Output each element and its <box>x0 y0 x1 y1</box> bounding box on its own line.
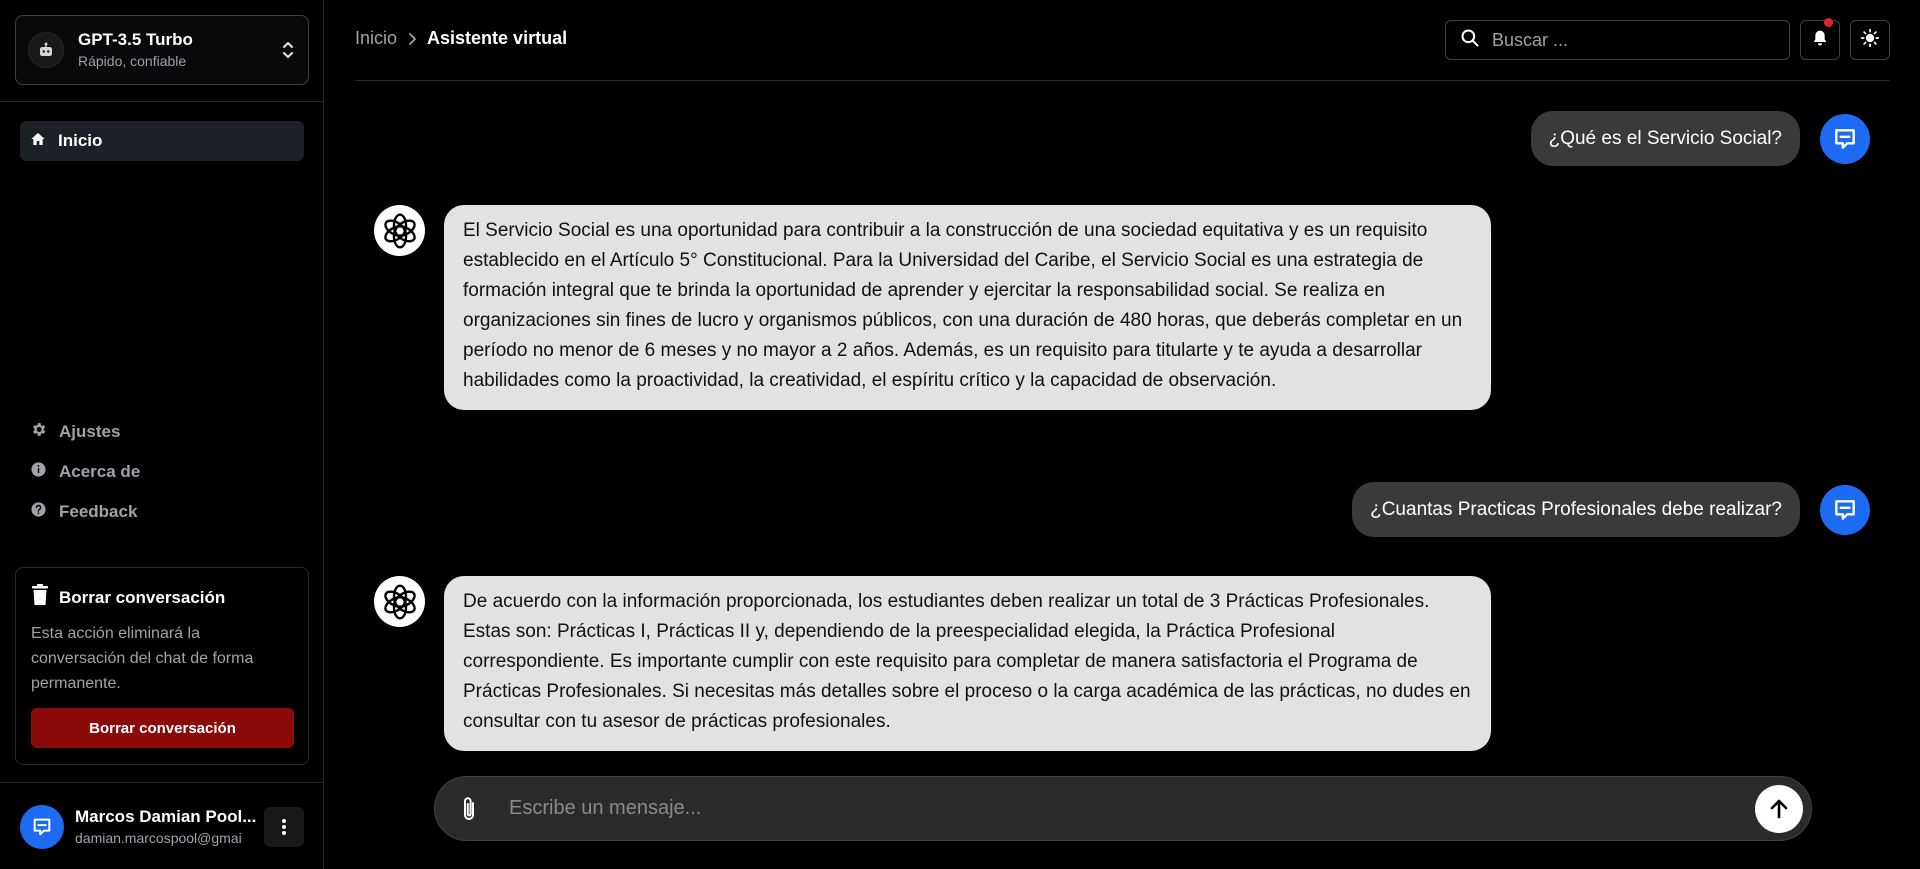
help-icon <box>30 501 47 523</box>
user-message-bubble: ¿Qué es el Servicio Social? <box>1530 111 1800 166</box>
user-name: Marcos Damian Pool... <box>75 807 257 826</box>
bell-icon <box>1812 29 1828 52</box>
sidebar-item-label: Ajustes <box>59 422 121 441</box>
search-input[interactable] <box>1492 29 1772 51</box>
sidebar-item-feedback[interactable]: Feedback <box>20 495 304 529</box>
user-chat-icon <box>1820 484 1870 535</box>
delete-card-title: Borrar conversación <box>31 584 293 611</box>
home-icon <box>30 131 46 152</box>
openai-logo-icon <box>374 205 425 256</box>
assistant-message: El Servicio Social es una oportunidad pa… <box>374 205 1491 410</box>
delete-card-description: Esta acción eliminará la conversación de… <box>31 625 254 692</box>
trash-icon <box>31 584 49 611</box>
arrow-up-icon <box>1770 799 1788 818</box>
user-profile[interactable]: Marcos Damian Pool... damian.marcospool@… <box>20 802 304 852</box>
sidebar-item-home[interactable]: Inicio <box>20 121 304 161</box>
openai-logo-icon <box>374 576 425 627</box>
bot-icon <box>28 32 64 68</box>
user-email: damian.marcospool@gmai <box>75 830 242 846</box>
sidebar-item-label: Inicio <box>58 131 103 150</box>
delete-conversation-card: Borrar conversación Esta acción eliminar… <box>15 567 309 765</box>
user-text: Marcos Damian Pool... damian.marcospool@… <box>75 806 257 848</box>
header-divider <box>355 80 1890 81</box>
user-divider <box>0 782 324 783</box>
model-selector[interactable]: GPT-3.5 Turbo Rápido, confiable <box>15 15 309 85</box>
assistant-message-bubble: El Servicio Social es una oportunidad pa… <box>444 205 1491 410</box>
assistant-message-bubble: De acuerdo con la información proporcion… <box>444 576 1491 751</box>
breadcrumb-current: Asistente virtual <box>427 28 568 48</box>
notification-badge <box>1824 18 1833 27</box>
sidebar-item-label: Feedback <box>59 502 138 521</box>
sidebar-item-settings[interactable]: Ajustes <box>20 415 304 449</box>
assistant-message: De acuerdo con la información proporcion… <box>374 576 1491 751</box>
sidebar-item-label: Acerca de <box>59 462 141 481</box>
chevron-up-down-icon <box>280 36 296 64</box>
gear-icon <box>30 421 47 443</box>
delete-conversation-button[interactable]: Borrar conversación <box>31 708 294 748</box>
model-name: GPT-3.5 Turbo <box>78 30 193 49</box>
notifications-button[interactable] <box>1800 18 1840 60</box>
chevron-right-icon <box>407 32 417 46</box>
model-subtitle: Rápido, confiable <box>78 53 187 69</box>
sun-icon <box>1860 28 1880 53</box>
send-button[interactable] <box>1755 784 1803 833</box>
breadcrumb: Inicio Asistente virtual <box>355 28 567 49</box>
info-icon <box>30 461 47 483</box>
breadcrumb-home[interactable]: Inicio <box>355 28 397 49</box>
theme-toggle-button[interactable] <box>1850 20 1890 60</box>
sidebar: GPT-3.5 Turbo Rápido, confiable Inicio A… <box>0 0 324 869</box>
paperclip-icon[interactable] <box>439 795 499 823</box>
sidebar-divider <box>0 101 324 102</box>
user-chat-icon <box>1820 113 1870 164</box>
search-box[interactable] <box>1445 20 1790 60</box>
more-vertical-icon[interactable] <box>264 807 304 847</box>
delete-card-title-text: Borrar conversación <box>59 587 226 607</box>
user-message-bubble: ¿Cuantas Practicas Profesionales debe re… <box>1352 482 1800 537</box>
message-composer <box>434 776 1812 841</box>
model-text: GPT-3.5 Turbo Rápido, confiable <box>78 29 280 71</box>
user-message: ¿Cuantas Practicas Profesionales debe re… <box>1352 482 1870 537</box>
sidebar-item-about[interactable]: Acerca de <box>20 455 304 489</box>
user-message: ¿Qué es el Servicio Social? <box>1530 111 1870 166</box>
search-icon <box>1460 28 1480 53</box>
message-input[interactable] <box>509 797 1755 820</box>
avatar <box>20 805 64 849</box>
